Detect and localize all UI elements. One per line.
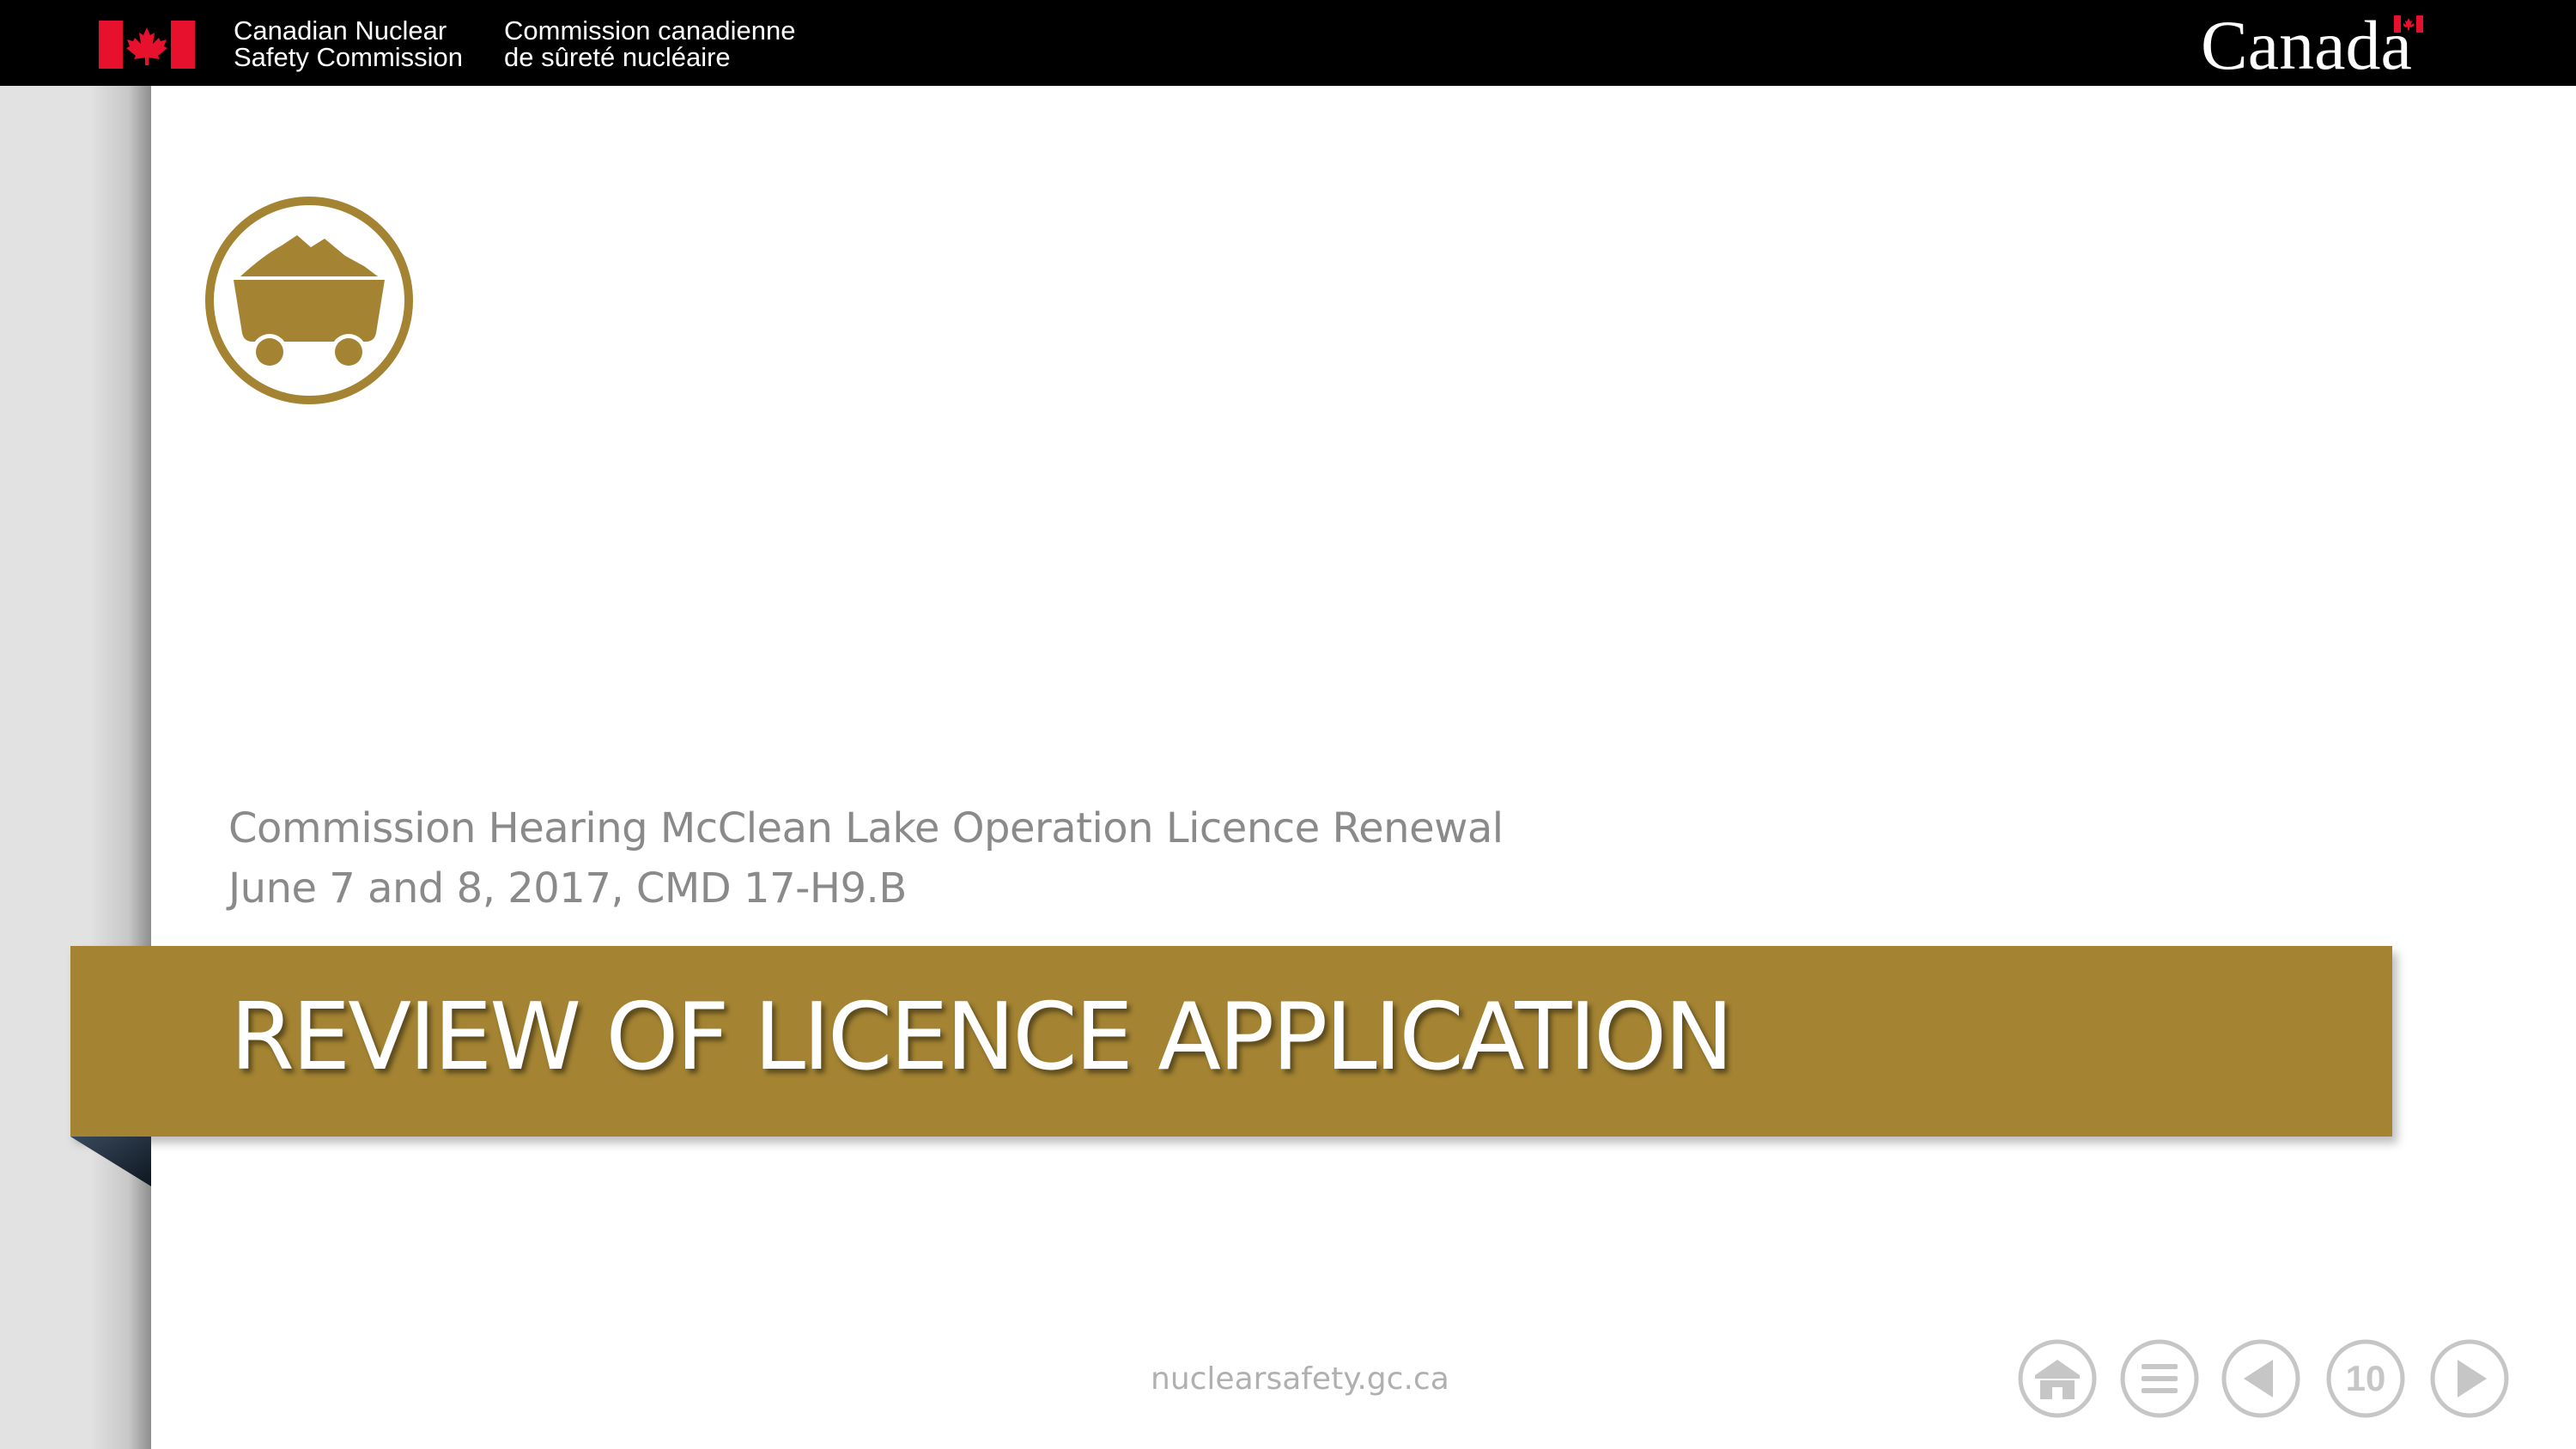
mining-cart-icon xyxy=(205,197,413,404)
org-fr-line1: Commission canadienne xyxy=(504,15,796,45)
banner-fold xyxy=(70,1137,151,1186)
wordmark-flag-icon xyxy=(2394,15,2423,33)
slide-title: REVIEW OF LICENCE APPLICATION xyxy=(230,984,1734,1091)
home-button[interactable] xyxy=(2018,1339,2097,1418)
organization-name-french: Commission canadienne de sûreté nucléair… xyxy=(504,17,795,70)
org-en-line2: Safety Commission xyxy=(234,42,464,72)
org-fr-line2: de sûreté nucléaire xyxy=(504,42,731,72)
page-number-indicator: 10 xyxy=(2326,1339,2405,1418)
next-slide-button[interactable] xyxy=(2430,1339,2509,1418)
next-icon xyxy=(2430,1339,2509,1418)
menu-icon xyxy=(2120,1339,2199,1418)
slide-page xyxy=(151,86,2576,1449)
canada-wordmark: Canada xyxy=(2201,6,2412,84)
menu-button[interactable] xyxy=(2120,1339,2199,1418)
title-banner: REVIEW OF LICENCE APPLICATION xyxy=(70,946,2392,1137)
home-icon xyxy=(2018,1339,2097,1418)
slide-subtitle: Commission Hearing McClean Lake Operatio… xyxy=(228,798,1504,919)
canada-flag-icon xyxy=(99,21,195,69)
page-number: 10 xyxy=(2345,1358,2386,1398)
previous-icon xyxy=(2221,1339,2300,1418)
page-spine xyxy=(0,86,151,1449)
org-en-line1: Canadian Nuclear xyxy=(234,15,447,45)
footer-url[interactable]: nuclearsafety.gc.ca xyxy=(1151,1358,1449,1401)
subtitle-date-cmd: June 7 and 8, 2017, CMD 17-H9.B xyxy=(228,864,907,912)
previous-slide-button[interactable] xyxy=(2221,1339,2300,1418)
subtitle-hearing: Commission Hearing McClean Lake Operatio… xyxy=(228,804,1504,852)
organization-name-english: Canadian Nuclear Safety Commission xyxy=(234,17,463,70)
government-header: Canadian Nuclear Safety Commission Commi… xyxy=(0,0,2576,86)
